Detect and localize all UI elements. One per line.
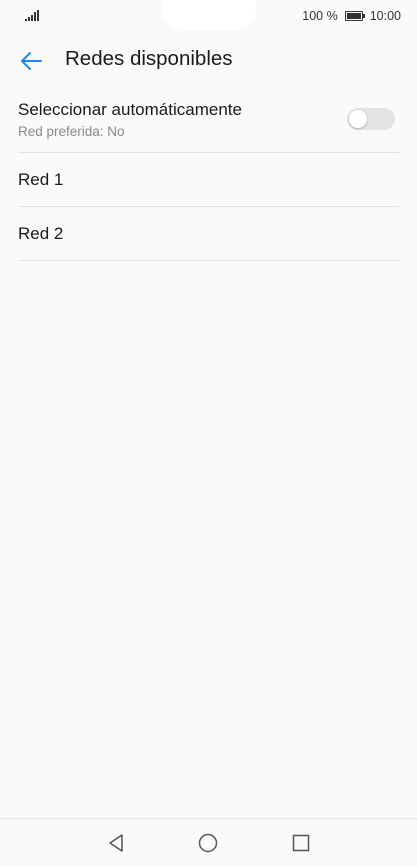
- back-triangle-icon: [109, 834, 123, 852]
- network-label: Red 2: [18, 224, 64, 243]
- battery-icon: [344, 11, 365, 21]
- preferred-network-subtitle: Red preferida: No: [18, 124, 125, 139]
- clock: 10:00: [369, 9, 401, 23]
- system-nav-bar: [0, 818, 417, 866]
- nav-back-button[interactable]: [102, 829, 130, 857]
- arrow-left-icon: [21, 52, 42, 70]
- toggle-knob: [349, 110, 367, 128]
- home-circle-icon: [198, 833, 218, 853]
- auto-select-toggle[interactable]: [347, 108, 395, 130]
- network-label: Red 1: [18, 170, 64, 189]
- network-item-red-2[interactable]: Red 2: [18, 207, 399, 261]
- nav-recents-button[interactable]: [287, 829, 315, 857]
- nav-home-button[interactable]: [194, 829, 222, 857]
- page-title: Redes disponibles: [65, 47, 233, 70]
- status-bar: 100 % 10:00: [0, 0, 417, 34]
- back-button[interactable]: [14, 44, 48, 78]
- recents-square-icon: [292, 834, 310, 852]
- camera-notch: [162, 0, 256, 30]
- status-indicators: 100 % 10:00: [302, 9, 401, 23]
- network-item-red-1[interactable]: Red 1: [18, 153, 399, 207]
- auto-select-row[interactable]: Seleccionar automáticamente Red preferid…: [18, 88, 399, 153]
- app-bar: Redes disponibles: [0, 34, 417, 86]
- battery-percentage: 100 %: [302, 9, 338, 23]
- auto-select-title: Seleccionar automáticamente: [18, 100, 242, 119]
- network-list: Seleccionar automáticamente Red preferid…: [18, 88, 399, 261]
- signal-icon: [25, 10, 39, 21]
